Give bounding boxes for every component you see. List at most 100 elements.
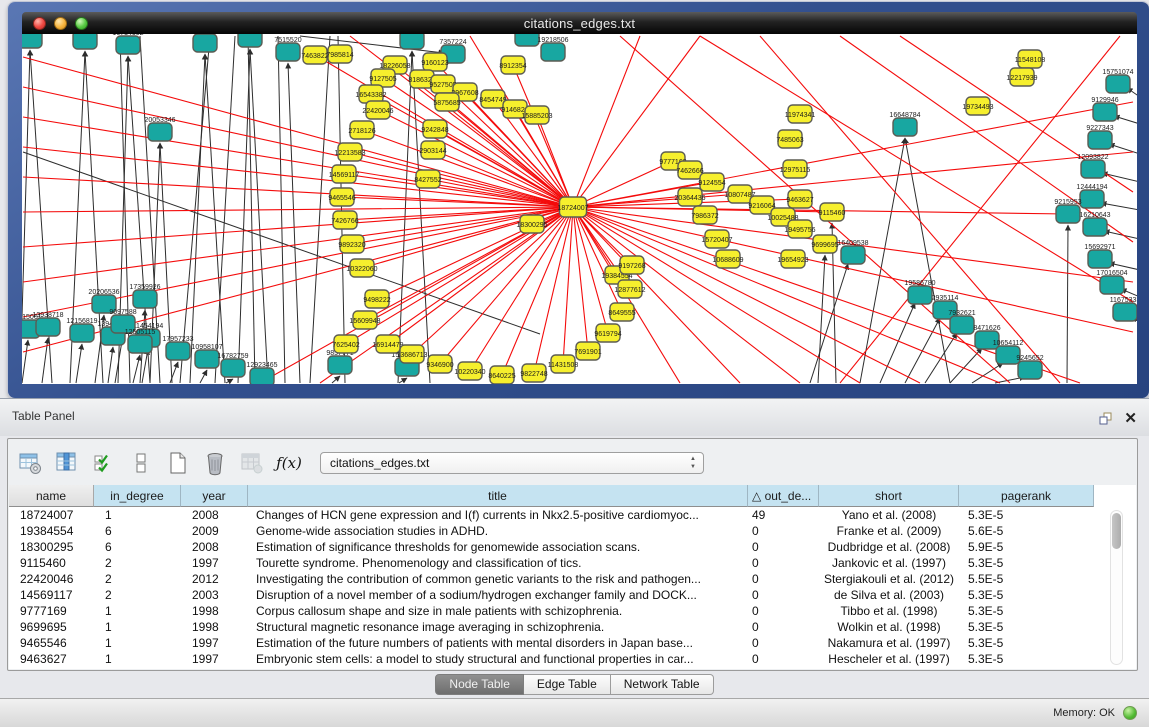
- graph-node[interactable]: [908, 286, 932, 304]
- import-table-button[interactable]: [238, 449, 266, 477]
- table-toolbar: ƒ(x) citations_edges.txt ▲▼: [16, 444, 1129, 482]
- table-cell: 5.3E-5: [959, 652, 1094, 666]
- graph-node[interactable]: [1081, 160, 1105, 178]
- table-cell: Disruption of a novel member of a sodium…: [248, 588, 748, 602]
- graph-node-label: 19654923: [777, 257, 808, 264]
- column-header-2[interactable]: year: [181, 485, 248, 507]
- table-row[interactable]: 1456911722003Disruption of a novel membe…: [9, 587, 1136, 603]
- graph-node[interactable]: [893, 118, 917, 136]
- graph-node[interactable]: [541, 43, 565, 61]
- graph-node[interactable]: [1100, 276, 1124, 294]
- graph-node[interactable]: [22, 34, 42, 48]
- rows-icon: [128, 450, 154, 476]
- window-titlebar[interactable]: citations_edges.txt: [22, 12, 1137, 34]
- tab-edge-table[interactable]: Edge Table: [524, 674, 611, 695]
- column-header-4[interactable]: △ out_de...: [748, 485, 819, 507]
- graph-node[interactable]: [36, 318, 60, 336]
- table-cell: 1998: [181, 604, 248, 618]
- graph-node[interactable]: [148, 123, 172, 141]
- graph-node[interactable]: [1083, 218, 1107, 236]
- table-cell: Dudbridge et al. (2008): [819, 540, 959, 554]
- graph-node[interactable]: [1088, 131, 1112, 149]
- graph-node[interactable]: [950, 316, 974, 334]
- graph-node[interactable]: [1113, 303, 1137, 321]
- column-header-3[interactable]: title: [248, 485, 748, 507]
- table-cell: 5.3E-5: [959, 604, 1094, 618]
- graph-node-label: 16782759: [217, 353, 248, 360]
- graph-node[interactable]: [1056, 205, 1080, 223]
- graph-node-label: 12975115: [780, 167, 811, 174]
- table-cell: 0: [748, 524, 819, 538]
- close-panel-icon[interactable]: ✕: [1124, 412, 1137, 426]
- vertical-scrollbar[interactable]: [1110, 510, 1123, 665]
- graph-node[interactable]: [193, 34, 217, 52]
- graph-node[interactable]: [116, 36, 140, 54]
- minimize-window-icon[interactable]: [54, 17, 67, 30]
- graph-edge: [238, 49, 250, 383]
- table-cell: Tibbo et al. (1998): [819, 604, 959, 618]
- graph-node[interactable]: [1093, 103, 1117, 121]
- table-row[interactable]: 977716911998Corpus callosum shape and si…: [9, 603, 1136, 619]
- graph-node[interactable]: [1018, 361, 1042, 379]
- column-header-1[interactable]: in_degree: [94, 485, 181, 507]
- column-header-0[interactable]: name: [9, 485, 94, 507]
- graph-node[interactable]: [328, 356, 352, 374]
- graph-node[interactable]: [400, 34, 424, 49]
- graph-edge: [108, 347, 113, 383]
- graph-node[interactable]: [70, 324, 94, 342]
- graph-edge: [133, 355, 140, 383]
- graph-node[interactable]: [1106, 75, 1130, 93]
- graph-node[interactable]: [195, 350, 219, 368]
- table-cell: 5.3E-5: [959, 508, 1094, 522]
- table-row[interactable]: 946554611997Estimation of the future num…: [9, 635, 1136, 651]
- graph-edge: [22, 340, 28, 383]
- select-rows-button[interactable]: [90, 449, 118, 477]
- table-row[interactable]: 911546021997Tourette syndrome. Phenomeno…: [9, 555, 1136, 571]
- table-row[interactable]: 1938455462009Genome-wide association stu…: [9, 523, 1136, 539]
- graph-node[interactable]: [166, 342, 190, 360]
- graph-node[interactable]: [841, 246, 865, 264]
- graph-node-label: 11072492: [190, 34, 221, 35]
- zoom-window-icon[interactable]: [75, 17, 88, 30]
- graph-node[interactable]: [128, 335, 152, 353]
- table-settings-button[interactable]: [16, 449, 44, 477]
- table-row[interactable]: 946362711997Embryonic stem cells: a mode…: [9, 651, 1136, 667]
- row-height-button[interactable]: [127, 449, 155, 477]
- table-row[interactable]: 969969511998Structural magnetic resonanc…: [9, 619, 1136, 635]
- table-cell: 1: [94, 508, 181, 522]
- table-cell: 5.6E-5: [959, 524, 1094, 538]
- graph-node-label: 9465546: [328, 195, 355, 202]
- graph-node[interactable]: [133, 290, 157, 308]
- graph-node-label: 16409538: [837, 240, 868, 247]
- memory-status-label: Memory: OK: [1053, 707, 1115, 719]
- column-header-5[interactable]: short: [819, 485, 959, 507]
- table-row[interactable]: 1830029562008Estimation of significance …: [9, 539, 1136, 555]
- table-row[interactable]: 1872400712008Changes of HCN gene express…: [9, 507, 1136, 523]
- delete-column-button[interactable]: [201, 449, 229, 477]
- new-column-button[interactable]: [164, 449, 192, 477]
- graph-node-label: 10688609: [712, 257, 743, 264]
- float-panel-icon[interactable]: [1098, 411, 1114, 427]
- table-selector-dropdown[interactable]: citations_edges.txt ▲▼: [320, 452, 704, 474]
- tab-network-table[interactable]: Network Table: [611, 674, 714, 695]
- window-title: citations_edges.txt: [22, 16, 1137, 31]
- table-row[interactable]: 2242004622012Investigating the contribut…: [9, 571, 1136, 587]
- network-canvas[interactable]: 9035574206914061073400211072492161995477…: [22, 34, 1137, 384]
- graph-node[interactable]: [221, 359, 245, 377]
- graph-node[interactable]: [73, 34, 97, 49]
- graph-node[interactable]: [1088, 250, 1112, 268]
- graph-node[interactable]: [276, 43, 300, 61]
- tab-node-table[interactable]: Node Table: [435, 674, 524, 695]
- table-cell: Hescheler et al. (1997): [819, 652, 959, 666]
- function-builder-button[interactable]: ƒ(x): [275, 449, 303, 477]
- graph-node[interactable]: [250, 368, 274, 384]
- graph-node[interactable]: [1080, 190, 1104, 208]
- close-window-icon[interactable]: [33, 17, 46, 30]
- graph-node[interactable]: [515, 34, 539, 46]
- column-chooser-button[interactable]: [53, 449, 81, 477]
- scrollbar-thumb[interactable]: [1112, 513, 1121, 549]
- graph-edge: [332, 376, 340, 383]
- graph-node[interactable]: [238, 34, 262, 47]
- graph-node-label: 18300295: [516, 222, 547, 229]
- column-header-6[interactable]: pagerank: [959, 485, 1094, 507]
